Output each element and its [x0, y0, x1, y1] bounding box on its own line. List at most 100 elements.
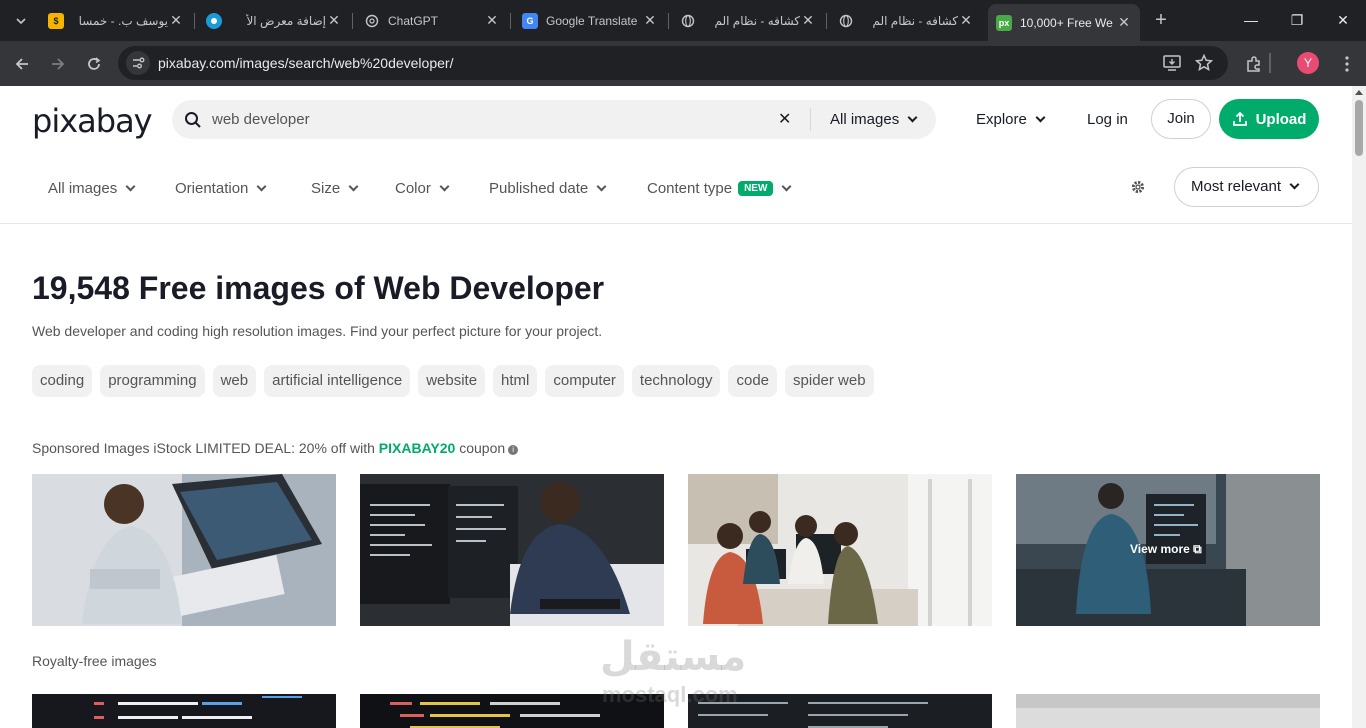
filter-all-images[interactable]: All images	[48, 180, 136, 197]
filter-label: Content type	[647, 180, 733, 197]
bookmark-star-icon[interactable]	[1195, 54, 1213, 72]
search-type-dropdown[interactable]: All images	[830, 111, 918, 128]
sponsored-suffix: coupon	[455, 440, 506, 456]
browser-tab-6[interactable]: كشافه - نظام الم ✕	[830, 6, 982, 35]
tag-chip[interactable]: web	[212, 365, 257, 397]
upload-label: Upload	[1255, 110, 1307, 128]
filter-color[interactable]: Color	[395, 180, 450, 197]
page-subtitle: Web developer and coding high resolution…	[32, 323, 603, 339]
chevron-down-icon	[256, 181, 267, 192]
extensions-icon[interactable]	[1243, 53, 1265, 75]
close-window-button[interactable]: ✕	[1320, 8, 1366, 32]
chevron-down-icon	[781, 181, 792, 192]
close-tab-icon[interactable]: ✕	[484, 12, 500, 29]
sponsored-image-2[interactable]	[360, 474, 664, 626]
chevron-down-icon	[1035, 112, 1046, 123]
coupon-code: PIXABAY20	[378, 440, 456, 456]
filter-published-date[interactable]: Published date	[489, 180, 607, 197]
filter-content-type[interactable]: Content type NEW	[647, 180, 792, 198]
browser-tab-2[interactable]: إضافة معرض الأ ✕	[198, 6, 350, 35]
tag-chip[interactable]: html	[493, 365, 538, 397]
tab-title: Google Translate	[546, 13, 638, 28]
close-tab-icon[interactable]: ✕	[800, 12, 816, 29]
chevron-down-icon	[596, 181, 607, 192]
globe-favicon-icon	[838, 13, 854, 29]
result-image-4[interactable]	[1016, 694, 1320, 728]
close-tab-icon[interactable]: ✕	[326, 12, 342, 29]
tag-chip[interactable]: technology	[631, 365, 721, 397]
result-image-1[interactable]	[32, 694, 336, 728]
login-link[interactable]: Log in	[1087, 111, 1128, 128]
scroll-up-icon[interactable]	[1355, 90, 1363, 95]
new-tab-button[interactable]: +	[1150, 9, 1172, 31]
browser-tab-7[interactable]: px 10,000+ Free We ✕	[988, 4, 1140, 41]
watermark-url: mostaql.com	[602, 682, 738, 707]
external-link-icon: ⧉	[1193, 542, 1202, 556]
new-badge: NEW	[738, 181, 774, 196]
clear-search-icon[interactable]: ✕	[778, 109, 791, 129]
tag-chip[interactable]: programming	[100, 365, 205, 397]
info-icon[interactable]: i	[508, 445, 519, 455]
browser-menu-icon[interactable]	[1336, 53, 1358, 75]
filter-label: All images	[48, 180, 118, 197]
reload-button[interactable]	[81, 51, 107, 77]
view-more-link[interactable]: View more ⧉	[1130, 542, 1202, 557]
browser-tab-5[interactable]: كشافه - نظام الم ✕	[672, 6, 824, 35]
sponsored-image-4[interactable]: View more ⧉	[1016, 474, 1320, 626]
tag-chip[interactable]: computer	[545, 365, 624, 397]
chevron-down-icon	[439, 181, 450, 192]
filter-label: Size	[311, 180, 341, 197]
forward-button[interactable]	[45, 51, 71, 77]
upload-button[interactable]: Upload	[1219, 99, 1319, 139]
tag-chip[interactable]: coding	[32, 365, 93, 397]
tab-title: إضافة معرض الأ	[246, 13, 326, 28]
search-icon	[184, 111, 202, 134]
search-input[interactable]: web developer	[212, 111, 310, 128]
chevron-down-icon	[348, 181, 359, 192]
pixabay-page: pixabay web developer ✕ All images Explo…	[0, 86, 1352, 728]
sponsored-text: Sponsored Images iStock LIMITED DEAL: 20…	[32, 440, 379, 456]
browser-tab-4[interactable]: G Google Translate ✕	[514, 6, 666, 35]
sort-dropdown[interactable]: Most relevant	[1174, 167, 1319, 207]
browser-toolbar: pixabay.com/images/search/web%20develope…	[0, 41, 1366, 86]
close-tab-icon[interactable]: ✕	[958, 12, 974, 29]
google-translate-favicon-icon: G	[522, 12, 538, 29]
explore-label: Explore	[976, 111, 1027, 128]
filter-bar: All images Orientation Size Color Publis…	[0, 166, 1352, 224]
restore-button[interactable]: ❐	[1274, 8, 1320, 32]
browser-tab-1[interactable]: $ يوسف ب. - خمسا ✕	[40, 6, 192, 35]
page-scrollbar[interactable]	[1352, 86, 1366, 728]
sponsored-banner: Sponsored Images iStock LIMITED DEAL: 20…	[32, 440, 519, 456]
search-bar[interactable]: web developer ✕ All images	[172, 100, 936, 139]
filter-orientation[interactable]: Orientation	[175, 180, 267, 197]
tag-chip[interactable]: spider web	[785, 365, 874, 397]
join-button[interactable]: Join	[1151, 99, 1211, 139]
view-more-label: View more	[1130, 542, 1190, 556]
close-tab-icon[interactable]: ✕	[1116, 14, 1132, 31]
globe-favicon-icon	[680, 13, 696, 29]
royalty-free-heading: Royalty-free images	[32, 653, 157, 669]
page-title: 19,548 Free images of Web Developer	[32, 270, 605, 306]
tag-chip[interactable]: website	[418, 365, 486, 397]
sponsored-image-3[interactable]	[688, 474, 992, 626]
tag-chip[interactable]: code	[728, 365, 778, 397]
filter-label: Orientation	[175, 180, 249, 197]
scrollbar-thumb[interactable]	[1355, 100, 1363, 156]
filter-size[interactable]: Size	[311, 180, 359, 197]
sponsored-image-1[interactable]	[32, 474, 336, 626]
tag-chip[interactable]: artificial intelligence	[264, 365, 411, 397]
url-text: pixabay.com/images/search/web%20develope…	[158, 55, 454, 71]
address-bar[interactable]: pixabay.com/images/search/web%20develope…	[118, 46, 1228, 80]
gear-icon[interactable]	[1130, 179, 1146, 200]
browser-tab-3[interactable]: ChatGPT ✕	[356, 6, 508, 35]
install-app-icon[interactable]	[1163, 54, 1181, 72]
pixabay-logo[interactable]: pixabay	[32, 102, 153, 140]
minimize-button[interactable]: —	[1228, 8, 1274, 32]
explore-menu[interactable]: Explore	[976, 111, 1046, 128]
site-info-icon[interactable]	[126, 51, 150, 75]
tab-search-button[interactable]	[8, 8, 34, 34]
close-tab-icon[interactable]: ✕	[168, 12, 184, 29]
back-button[interactable]	[9, 51, 35, 77]
profile-avatar[interactable]: Y	[1297, 52, 1319, 74]
close-tab-icon[interactable]: ✕	[642, 12, 658, 29]
